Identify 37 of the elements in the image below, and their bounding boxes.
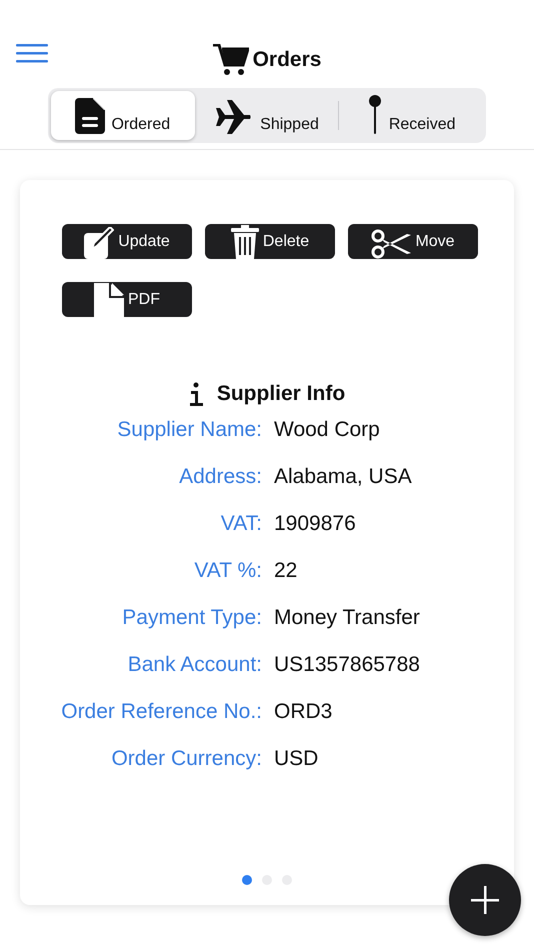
add-button[interactable] xyxy=(449,864,521,936)
field-label: Supplier Name: xyxy=(116,418,262,442)
pencil-square-icon xyxy=(84,227,114,259)
info-icon xyxy=(188,382,205,406)
field-label: Bank Account: xyxy=(126,653,262,677)
plus-icon xyxy=(471,886,499,914)
action-button[interactable]: Delete xyxy=(205,224,335,259)
field-value: Alabama, USA xyxy=(274,465,413,489)
tab[interactable]: Shipped xyxy=(194,91,338,140)
section-title: Supplier Info xyxy=(216,382,346,406)
trash-icon xyxy=(230,225,259,259)
field-label: VAT %: xyxy=(193,559,262,583)
field-value: 22 xyxy=(274,559,298,583)
field-value: Wood Corp xyxy=(274,418,381,442)
pin-icon xyxy=(366,94,383,134)
field-value: ORD3 xyxy=(274,700,334,724)
file-icon xyxy=(94,283,124,317)
cart-icon xyxy=(212,44,249,76)
tab[interactable]: Received xyxy=(339,91,484,140)
field-label: Order Reference No.: xyxy=(60,700,262,724)
field-value: Money Transfer xyxy=(274,606,421,630)
field-label: Order Currency: xyxy=(110,747,262,771)
field-value: 1909876 xyxy=(274,512,357,536)
scissors-icon xyxy=(371,229,412,259)
field-value: US1357865788 xyxy=(274,653,421,677)
action-button[interactable]: Update xyxy=(62,224,192,259)
field-value: USD xyxy=(274,747,320,771)
action-button[interactable]: PDF xyxy=(62,282,192,317)
field-label: Payment Type: xyxy=(121,606,262,630)
page-dot[interactable] xyxy=(242,875,252,885)
page-title: Orders xyxy=(252,48,322,72)
field-label: Address: xyxy=(178,465,262,489)
document-icon xyxy=(75,98,106,134)
menu-icon[interactable] xyxy=(16,44,48,64)
field-label: VAT: xyxy=(220,512,262,536)
tab[interactable]: Ordered xyxy=(51,91,195,140)
action-button[interactable]: Move xyxy=(348,224,478,259)
